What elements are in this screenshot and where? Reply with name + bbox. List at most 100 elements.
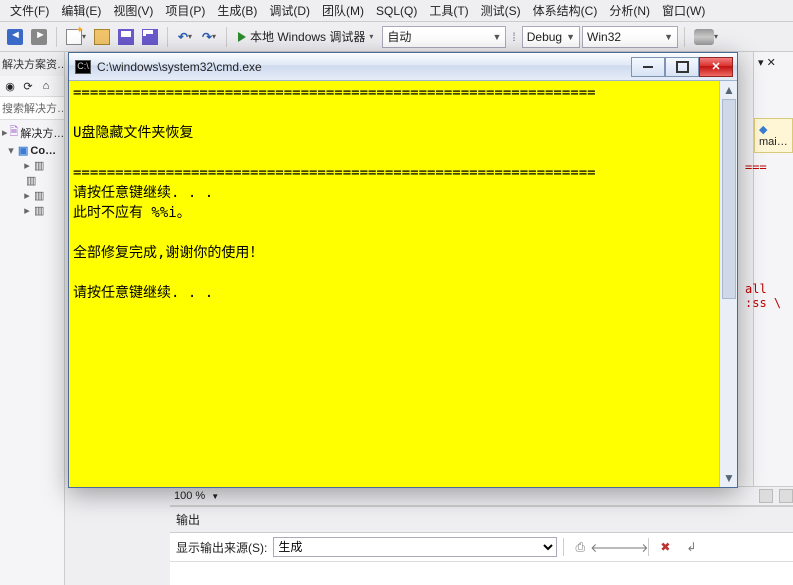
solution-explorer-toolbar: ◉ ⟳ ⌂ (0, 76, 64, 97)
menu-edit[interactable]: 编辑(E) (55, 0, 107, 22)
menu-window[interactable]: 窗口(W) (656, 0, 711, 22)
open-icon (94, 29, 110, 45)
solution-search-input[interactable]: 搜索解决方… (0, 97, 64, 120)
menu-view[interactable]: 视图(V) (107, 0, 159, 22)
nav-fwd-button[interactable] (28, 26, 50, 48)
output-pane: 输出 显示输出来源(S): 生成 ⎙ 🡐 🡒 ✖ ↲ (170, 506, 793, 585)
save-button[interactable] (115, 26, 137, 48)
platform-value: Win32 (587, 30, 621, 44)
solution-explorer: 解决方案资… ◉ ⟳ ⌂ 搜索解决方… ▸ 🗎 解决方… ▾ ▣ Co… ▸▥ … (0, 52, 65, 585)
separator (226, 27, 227, 47)
cmd-icon: C:\ (75, 60, 91, 74)
nav-back-button[interactable] (4, 26, 26, 48)
panel-dropdown[interactable]: ▾ ✕ (754, 52, 793, 73)
redo-button[interactable]: ↷▾ (198, 26, 220, 48)
expand-icon[interactable]: ▸ (22, 159, 32, 172)
forward-icon (31, 29, 47, 45)
solution-label: 解决方… (20, 125, 64, 141)
expand-icon[interactable]: ▸ (22, 204, 32, 217)
separator (648, 538, 649, 556)
menu-team[interactable]: 团队(M) (316, 0, 370, 22)
tree-item[interactable]: ▸▥ (2, 158, 62, 173)
close-button[interactable]: ✕ (699, 57, 733, 77)
solution-tree[interactable]: ▸ 🗎 解决方… ▾ ▣ Co… ▸▥ ▥ ▸▥ ▸▥ (0, 120, 64, 220)
menu-test[interactable]: 测试(S) (475, 0, 527, 22)
output-next-button[interactable]: 🡒 (622, 537, 642, 557)
menu-debug[interactable]: 调试(D) (263, 0, 316, 22)
solution-explorer-title: 解决方案资… (0, 52, 64, 76)
scroll-right-button[interactable] (779, 489, 793, 503)
editor-text-fragment: === (745, 160, 793, 174)
tree-item[interactable]: ▸▥ (2, 188, 62, 203)
doc-icon: ◆ (759, 124, 767, 136)
output-prev-button[interactable]: 🡐 (596, 537, 616, 557)
chevron-down-icon: ▼ (566, 32, 575, 42)
item-icon: ▥ (34, 159, 44, 172)
menu-arch[interactable]: 体系结构(C) (527, 0, 604, 22)
doc-tab-label: mai… (759, 136, 788, 148)
document-tab[interactable]: ◆ mai… (754, 118, 793, 153)
menu-build[interactable]: 生成(B) (211, 0, 263, 22)
scroll-thumb[interactable] (722, 99, 736, 299)
menu-project[interactable]: 项目(P) (159, 0, 211, 22)
play-icon (238, 32, 246, 42)
menu-file[interactable]: 文件(F) (4, 0, 55, 22)
home-button[interactable]: ⌂ (38, 78, 54, 94)
refresh-icon[interactable]: ⟳ (20, 78, 36, 94)
output-find-button[interactable]: ⎙ (570, 537, 590, 557)
extensions-button[interactable]: ▾ (691, 26, 721, 48)
chevron-down-icon[interactable]: ▼ (211, 492, 219, 501)
undo-button[interactable]: ↶▾ (174, 26, 196, 48)
tree-item[interactable]: ▸▥ (2, 203, 62, 218)
expand-icon[interactable]: ▸ (2, 126, 8, 139)
chevron-down-icon: ▼ (664, 32, 673, 42)
collapse-icon[interactable]: ▾ (6, 144, 16, 157)
minimize-button[interactable] (631, 57, 665, 77)
config-combo[interactable]: Debug ▼ (522, 26, 580, 48)
separator (563, 538, 564, 556)
menu-analyze[interactable]: 分析(N) (603, 0, 656, 22)
config-value: Debug (527, 30, 562, 44)
project-icon: ▣ (18, 144, 28, 157)
solution-icon: 🗎 (10, 123, 19, 142)
zoom-level[interactable]: 100 % (174, 490, 205, 502)
project-node[interactable]: ▾ ▣ Co… (2, 143, 62, 158)
console-scrollbar[interactable]: ▲ ▼ (719, 81, 737, 487)
console-output[interactable]: ========================================… (69, 81, 719, 487)
console-title: C:\windows\system32\cmd.exe (97, 60, 631, 74)
saveall-button[interactable] (139, 26, 161, 48)
platform-combo[interactable]: Win32 ▼ (582, 26, 678, 48)
scroll-down-icon[interactable]: ▼ (720, 469, 738, 487)
output-toolbar: 显示输出来源(S): 生成 ⎙ 🡐 🡒 ✖ ↲ (170, 533, 793, 562)
scroll-up-icon[interactable]: ▲ (720, 81, 738, 99)
chevron-down-icon: ▼ (492, 32, 501, 42)
new-button[interactable]: ▾ (63, 26, 89, 48)
scroll-left-button[interactable] (759, 489, 773, 503)
solution-node[interactable]: ▸ 🗎 解决方… (2, 122, 62, 143)
open-button[interactable] (91, 26, 113, 48)
pipe-icon (694, 29, 714, 45)
separator (684, 27, 685, 47)
console-body: ========================================… (69, 81, 737, 487)
editor-text-fragment: all :ss \ (745, 282, 793, 310)
overflow-button[interactable]: ⁞ (508, 30, 519, 44)
item-icon: ▥ (34, 204, 44, 217)
editor-status-bar: 100 % ▼ (170, 486, 793, 506)
item-icon: ▥ (26, 174, 36, 187)
menu-bar: 文件(F) 编辑(E) 视图(V) 项目(P) 生成(B) 调试(D) 团队(M… (0, 0, 793, 22)
expand-icon[interactable]: ▸ (22, 189, 32, 202)
output-source-combo[interactable]: 生成 (273, 537, 557, 557)
home-icon[interactable]: ◉ (2, 78, 18, 94)
separator (167, 27, 168, 47)
menu-tools[interactable]: 工具(T) (423, 0, 474, 22)
start-debug-button[interactable]: 本地 Windows 调试器 ▾ (233, 26, 380, 48)
output-clear-button[interactable]: ✖ (655, 537, 675, 557)
console-titlebar[interactable]: C:\ C:\windows\system32\cmd.exe ✕ (69, 53, 737, 81)
console-window[interactable]: C:\ C:\windows\system32\cmd.exe ✕ ======… (68, 52, 738, 488)
maximize-button[interactable] (665, 57, 699, 77)
tree-item[interactable]: ▥ (2, 173, 62, 188)
run-mode-combo[interactable]: 自动 ▼ (382, 26, 506, 48)
run-mode-value: 自动 (387, 28, 411, 45)
menu-sql[interactable]: SQL(Q) (370, 1, 423, 21)
output-wrap-button[interactable]: ↲ (681, 537, 701, 557)
